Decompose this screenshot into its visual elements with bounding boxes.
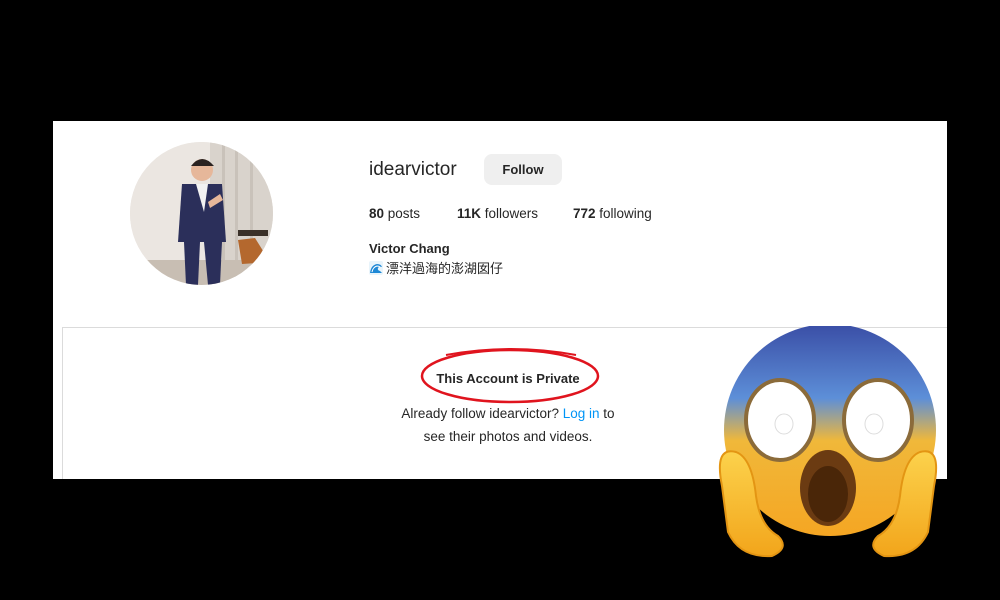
profile-avatar[interactable] <box>130 142 273 285</box>
profile-username: idearvictor <box>369 159 457 180</box>
followers-stat[interactable]: 11K followers <box>457 206 538 221</box>
red-circle-annotation <box>420 348 600 404</box>
content-left-border <box>62 327 63 479</box>
bio-text: 漂洋過海的澎湖囡仔 <box>386 261 504 276</box>
profile-bio: 漂洋過海的澎湖囡仔 <box>369 258 503 277</box>
posts-stat[interactable]: 80 posts <box>369 206 420 221</box>
following-count: 772 <box>573 206 596 221</box>
posts-count: 80 <box>369 206 385 221</box>
face-screaming-in-fear-icon <box>718 326 938 558</box>
profile-full-name: Victor Chang <box>369 241 450 256</box>
posts-label: posts <box>384 206 421 221</box>
avatar-photo <box>130 142 273 285</box>
wave-icon <box>369 260 383 275</box>
follow-button[interactable]: Follow <box>484 154 562 185</box>
followers-label: followers <box>481 206 539 221</box>
following-label: following <box>595 206 652 221</box>
followers-count: 11K <box>457 206 482 221</box>
private-message-suffix: to <box>599 406 615 421</box>
following-stat[interactable]: 772 following <box>573 206 652 221</box>
login-link[interactable]: Log in <box>563 406 600 421</box>
private-message-prefix: Already follow idearvictor? <box>401 406 563 421</box>
